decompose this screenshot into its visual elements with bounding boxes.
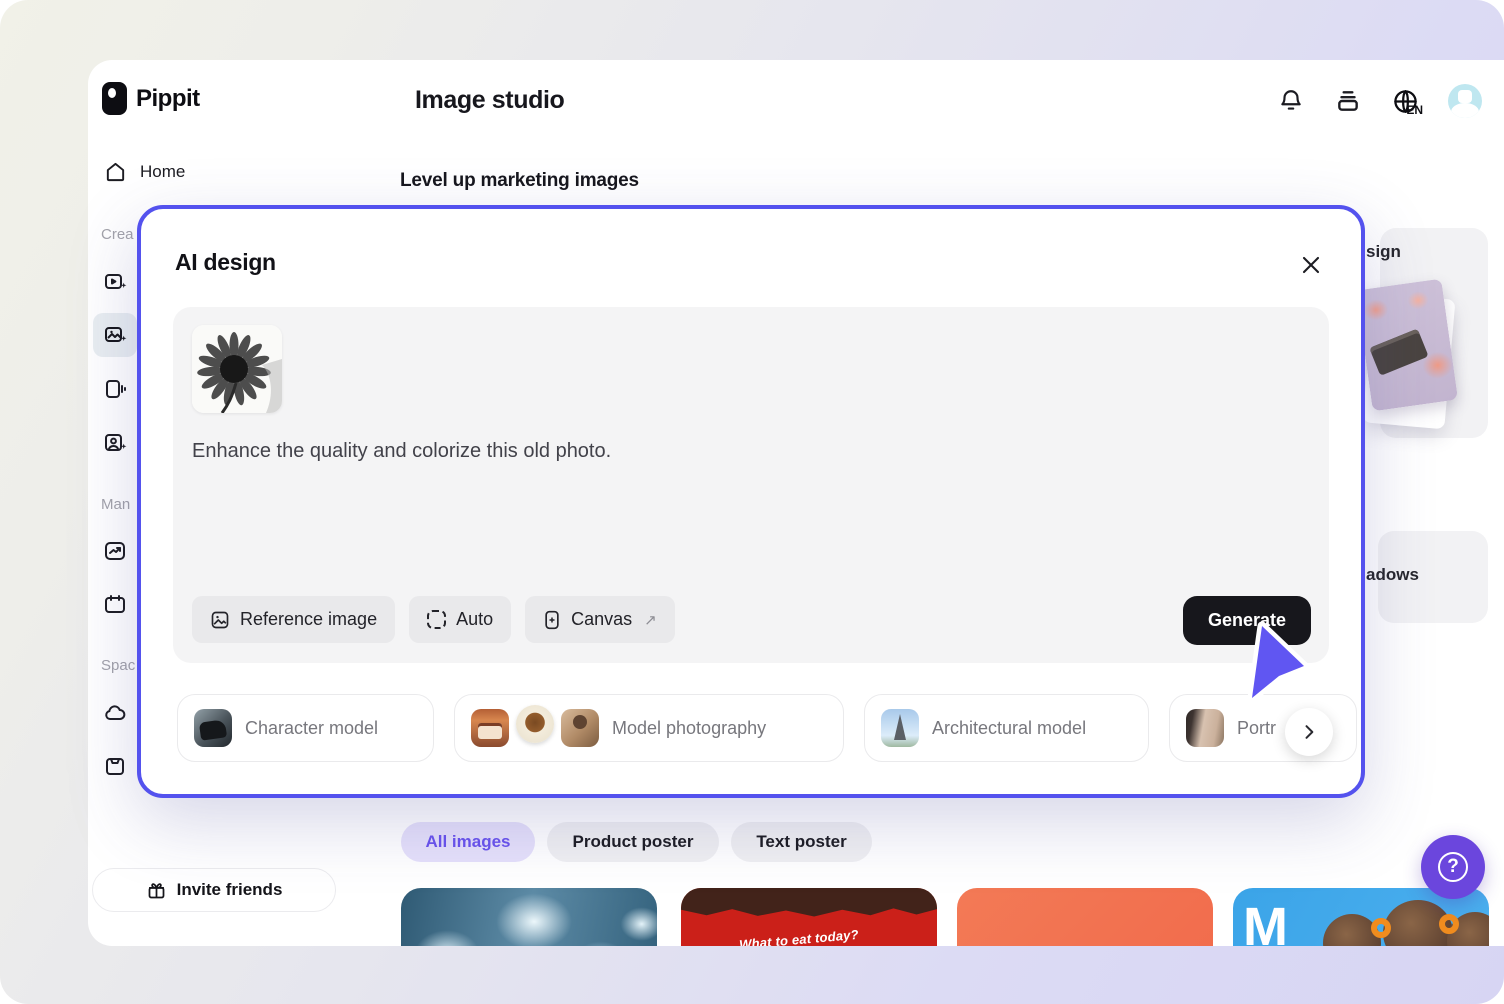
analytics-icon[interactable] — [103, 539, 127, 563]
globe-icon[interactable]: EN — [1391, 87, 1419, 115]
chips-scroll-right-button[interactable] — [1285, 708, 1333, 756]
gallery-item-food-poster[interactable]: What to eat today? — [681, 888, 937, 946]
canvas-button[interactable]: Canvas ↗ — [525, 596, 675, 643]
model-thumb — [561, 709, 599, 747]
ai-design-modal: AI design — [137, 205, 1365, 798]
sidebar-section-spaces: Spac — [101, 657, 135, 674]
chip-label: Model photography — [612, 718, 766, 739]
language-label: EN — [1406, 103, 1423, 117]
avatar-create-icon[interactable] — [103, 431, 127, 455]
prompt-input-area[interactable]: Enhance the quality and colorize this ol… — [173, 307, 1329, 663]
prompt-text[interactable]: Enhance the quality and colorize this ol… — [192, 437, 1299, 465]
poster-caption: What to eat today? — [739, 927, 860, 946]
brand-logo[interactable]: Pippit — [102, 82, 200, 115]
chip-model-photography[interactable]: Model photography — [454, 694, 844, 762]
canvas-icon — [543, 610, 561, 630]
storefront-thumb — [471, 709, 509, 747]
coffee-thumb — [516, 705, 554, 743]
calendar-icon[interactable] — [103, 592, 127, 616]
feature-card-photo — [1356, 279, 1458, 412]
cloud-icon[interactable] — [103, 701, 127, 725]
assets-stack-icon[interactable] — [1334, 87, 1362, 115]
hair-tie-right — [1439, 914, 1459, 934]
eiffel-tower-thumb — [881, 709, 919, 747]
sidebar-section-create: Crea — [101, 226, 134, 243]
question-mark-icon: ? — [1438, 852, 1468, 882]
content-heading: Level up marketing images — [400, 170, 639, 192]
reference-image-label: Reference image — [240, 609, 377, 630]
tab-text-poster[interactable]: Text poster — [731, 822, 872, 862]
gift-icon — [146, 880, 167, 901]
tab-product-poster[interactable]: Product poster — [547, 822, 719, 862]
auto-label: Auto — [456, 609, 493, 630]
gallery-item-coral[interactable] — [957, 888, 1213, 946]
page-title: Image studio — [415, 86, 564, 115]
avatar[interactable] — [1448, 84, 1482, 118]
screen: Pippit Image studio EN — [0, 0, 1504, 1004]
modal-title: AI design — [175, 249, 276, 276]
chip-label: Architectural model — [932, 718, 1086, 739]
video-create-icon[interactable] — [103, 270, 127, 294]
sidebar-item-home[interactable]: Home — [104, 160, 185, 183]
canvas-label: Canvas — [571, 609, 632, 630]
chip-architectural-model[interactable]: Architectural model — [864, 694, 1149, 762]
pippit-logo-icon — [102, 82, 127, 115]
tab-all-images[interactable]: All images — [401, 822, 535, 862]
chevron-right-icon — [1299, 722, 1319, 742]
close-icon[interactable] — [1297, 251, 1325, 279]
invite-friends-label: Invite friends — [177, 880, 283, 900]
background-card-label-shadows: adows — [1366, 565, 1419, 585]
chip-label: Portr — [1237, 718, 1276, 739]
hair-tie-left — [1371, 918, 1391, 938]
chip-label: Character model — [245, 718, 378, 739]
external-arrow-icon: ↗ — [644, 611, 657, 629]
device-split-icon[interactable] — [103, 377, 127, 401]
sunflower-image — [192, 325, 282, 413]
reference-photo-thumbnail[interactable] — [192, 325, 282, 413]
poster-letter: M — [1243, 896, 1288, 946]
image-icon — [210, 610, 230, 630]
gallery-item-ice[interactable] — [401, 888, 657, 946]
background-card-label-design: sign — [1366, 242, 1401, 262]
poster-torn-edge — [681, 888, 937, 922]
brand-name: Pippit — [136, 85, 200, 113]
image-studio-icon[interactable] — [103, 323, 127, 347]
auto-crop-icon — [427, 610, 446, 629]
sidebar-section-manage: Man — [101, 496, 130, 513]
generate-button[interactable]: Generate — [1183, 596, 1311, 645]
sidebar-home-label: Home — [140, 162, 185, 182]
bell-icon[interactable] — [1277, 87, 1305, 115]
invite-friends-button[interactable]: Invite friends — [92, 868, 336, 912]
reference-image-button[interactable]: Reference image — [192, 596, 395, 643]
help-button[interactable]: ? — [1421, 835, 1485, 899]
motorcycle-thumb — [194, 709, 232, 747]
auto-size-button[interactable]: Auto — [409, 596, 511, 643]
chip-character-model[interactable]: Character model — [177, 694, 434, 762]
inbox-icon[interactable] — [103, 754, 127, 778]
portrait-thumb — [1186, 709, 1224, 747]
